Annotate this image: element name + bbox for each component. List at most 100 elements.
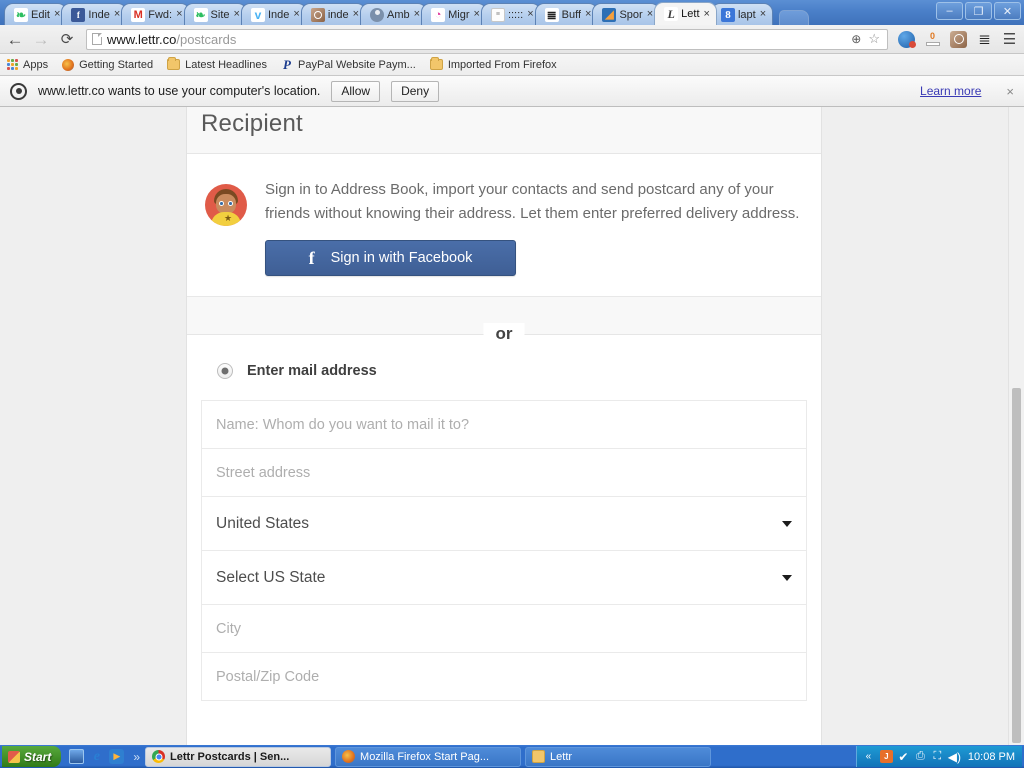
- bookmark-item-4[interactable]: Imported From Firefox: [429, 57, 557, 71]
- browser-tab-2[interactable]: M Fwd: ×: [121, 3, 190, 25]
- taskbar-clock[interactable]: 10:08 PM: [966, 751, 1015, 763]
- page-info-icon[interactable]: [92, 33, 102, 45]
- browser-tab-10[interactable]: ◢ Spor ×: [592, 3, 661, 25]
- windows-media-player-icon[interactable]: ▶: [109, 749, 125, 764]
- instagram-extension-icon[interactable]: [950, 30, 967, 48]
- bookmark-label: Latest Headlines: [185, 58, 268, 71]
- postal-code-input[interactable]: Postal/Zip Code: [201, 652, 807, 701]
- chrome-menu-icon[interactable]: ☰: [1001, 31, 1018, 48]
- taskbar-task-1[interactable]: Mozilla Firefox Start Pag...: [335, 746, 522, 767]
- enter-mail-address-radio[interactable]: [217, 363, 233, 379]
- folder-icon: [532, 750, 546, 763]
- browser-tab-close-icon[interactable]: ×: [584, 9, 592, 20]
- bookmark-star-icon[interactable]: ☆: [868, 31, 880, 47]
- evernote-icon: ❧: [14, 7, 28, 22]
- minimize-button[interactable]: –: [936, 2, 963, 20]
- address-bar[interactable]: www.lettr.co/postcards ⊕ ☆: [86, 28, 888, 50]
- tray-expand-icon[interactable]: «: [862, 750, 875, 763]
- magenta-site-icon: ◔: [431, 7, 446, 22]
- browser-tab-close-icon[interactable]: ×: [473, 9, 481, 20]
- recipient-name-input[interactable]: Name: Whom do you want to mail it to?: [201, 400, 807, 449]
- browser-tab-close-icon[interactable]: ×: [646, 9, 654, 20]
- close-window-button[interactable]: ✕: [994, 2, 1021, 20]
- or-divider: or: [187, 297, 821, 345]
- browser-tab-close-icon[interactable]: ×: [759, 9, 767, 20]
- browser-tab-close-icon[interactable]: ×: [233, 9, 241, 20]
- browser-tab-close-icon[interactable]: ×: [113, 9, 121, 20]
- browser-tab-label: Amb: [387, 8, 410, 21]
- bookmark-item-3[interactable]: P PayPal Website Paym...: [281, 57, 416, 73]
- browser-tab-5[interactable]: inde ×: [300, 3, 367, 25]
- sign-in-with-facebook-button[interactable]: f Sign in with Facebook: [265, 240, 516, 276]
- buffer-extension-icon[interactable]: ≣: [976, 31, 993, 48]
- deny-button[interactable]: Deny: [391, 80, 440, 102]
- infobar-close-icon[interactable]: ×: [1006, 84, 1014, 99]
- recipient-avatar-icon: ★: [205, 184, 247, 226]
- browser-tab-6[interactable]: Amb ×: [360, 3, 428, 25]
- start-button[interactable]: Start: [2, 746, 62, 767]
- windows-taskbar: Start e ▶ » Lettr Postcards | Sen... Mozil…: [0, 745, 1024, 768]
- page-scrollbar[interactable]: [1008, 107, 1024, 745]
- infobar-message: www.lettr.co wants to use your computer'…: [38, 84, 321, 98]
- browser-tab-11[interactable]: L Lett ×: [654, 2, 717, 25]
- page-content: Recipient ★ Sign in to Address Book, imp…: [0, 107, 1008, 745]
- bookmark-item-2[interactable]: Latest Headlines: [167, 57, 268, 71]
- back-button[interactable]: ←: [6, 31, 24, 48]
- taskbar-task-0[interactable]: Lettr Postcards | Sen...: [145, 746, 332, 767]
- page-scrollbar-thumb[interactable]: [1012, 388, 1021, 743]
- paypal-icon: P: [283, 56, 291, 72]
- browser-tab-4[interactable]: ᴠ Inde ×: [240, 3, 307, 25]
- browser-tab-7[interactable]: ◔ Migr ×: [421, 3, 487, 25]
- page-title: Recipient: [201, 110, 303, 137]
- browser-tab-9[interactable]: ≣ Buff ×: [534, 3, 599, 25]
- browser-tab-close-icon[interactable]: ×: [352, 9, 360, 20]
- enter-mail-address-radio-row[interactable]: Enter mail address: [201, 363, 807, 401]
- browser-tab-close-icon[interactable]: ×: [53, 9, 61, 20]
- learn-more-link[interactable]: Learn more: [920, 84, 981, 98]
- network-tray-icon[interactable]: ⛶: [931, 750, 944, 763]
- forward-button[interactable]: →: [32, 31, 50, 48]
- city-input[interactable]: City: [201, 604, 807, 653]
- security-shield-tray-icon[interactable]: ✔: [897, 750, 910, 764]
- browser-tab-close-icon[interactable]: ×: [413, 9, 421, 20]
- taskbar-task-2[interactable]: Lettr: [525, 746, 712, 767]
- browser-tab-label: Migr: [448, 8, 470, 21]
- browser-tab-3[interactable]: ❧ Site ×: [183, 3, 247, 25]
- browser-tab-12[interactable]: 8 lapt ×: [710, 3, 774, 25]
- bookmark-item-1[interactable]: Getting Started: [62, 58, 153, 71]
- volume-tray-icon[interactable]: ◀): [948, 750, 961, 764]
- allow-button[interactable]: Allow: [331, 80, 381, 102]
- quick-launch-overflow-icon[interactable]: »: [132, 750, 141, 764]
- counter-extension-icon[interactable]: 0: [924, 31, 941, 48]
- quick-launch-bar: e ▶: [65, 749, 128, 764]
- browser-tab-8[interactable]: ≡::::: ×: [480, 3, 541, 25]
- street-address-input[interactable]: Street address: [201, 448, 807, 497]
- browser-tab-close-icon[interactable]: ×: [175, 9, 183, 20]
- browser-tab-close-icon[interactable]: ×: [703, 8, 711, 20]
- zoom-icon[interactable]: ⊕: [851, 32, 861, 46]
- browser-tab-close-icon[interactable]: ×: [526, 9, 534, 20]
- browser-tab-1[interactable]: f Inde ×: [61, 3, 128, 25]
- sports-icon: ◢: [602, 7, 617, 22]
- java-tray-icon[interactable]: J: [879, 750, 893, 763]
- new-tab-button[interactable]: [779, 10, 810, 25]
- url-text: www.lettr.co/postcards: [107, 32, 236, 47]
- internet-explorer-icon[interactable]: e: [89, 749, 104, 764]
- chevron-down-icon[interactable]: [782, 520, 792, 527]
- country-select[interactable]: United States: [201, 496, 807, 551]
- bookmark-item-0[interactable]: Apps: [7, 59, 48, 71]
- state-select[interactable]: Select US State: [201, 550, 807, 605]
- restore-button[interactable]: ❐: [965, 2, 992, 20]
- printer-tray-icon[interactable]: ⎙: [914, 750, 927, 763]
- show-desktop-icon[interactable]: [69, 749, 85, 764]
- browser-tab-close-icon[interactable]: ×: [292, 9, 300, 20]
- browser-tab-label: Lett: [681, 8, 700, 20]
- browser-tab-0[interactable]: ❧ Edit ×: [4, 3, 68, 25]
- url-host: www.lettr.co: [107, 31, 177, 47]
- chevron-down-icon[interactable]: [782, 574, 792, 581]
- ball-extension-icon[interactable]: [898, 30, 916, 48]
- reload-button[interactable]: ⟳: [58, 32, 76, 47]
- signin-description: Sign in to Address Book, import your con…: [265, 181, 800, 222]
- address-book-signin-section: ★ Sign in to Address Book, import your c…: [187, 154, 821, 297]
- city-input-placeholder: City: [216, 620, 241, 637]
